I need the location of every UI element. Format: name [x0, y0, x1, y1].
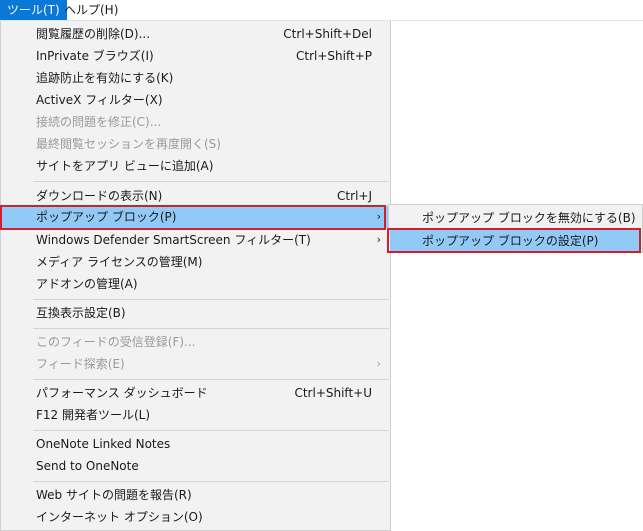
menu-item-label: アドオンの管理(A): [36, 277, 138, 291]
chevron-right-icon: ›: [376, 210, 381, 223]
menu-item-label: Windows Defender SmartScreen フィルター(T): [36, 233, 311, 247]
menu-item-feed-discovery: フィード探索(E) ›: [2, 353, 389, 375]
menu-item-smartscreen-filter[interactable]: Windows Defender SmartScreen フィルター(T) ›: [2, 229, 389, 251]
popup-blocker-submenu: ポップアップ ブロックを無効にする(B) ポップアップ ブロックの設定(P): [388, 204, 643, 253]
menu-item-f12-dev-tools[interactable]: F12 開発者ツール(L): [2, 404, 389, 426]
submenu-item-disable-popup-blocker[interactable]: ポップアップ ブロックを無効にする(B): [390, 207, 641, 229]
menu-item-label: メディア ライセンスの管理(M): [36, 255, 203, 269]
menu-item-label: フィード探索(E): [36, 357, 125, 371]
menu-item-popup-blocker[interactable]: ポップアップ ブロック(P) ›: [2, 206, 389, 228]
menu-item-label: InPrivate ブラウズ(I): [36, 49, 154, 63]
menu-item-compat-view[interactable]: 互換表示設定(B): [2, 302, 389, 324]
menu-separator: [33, 481, 389, 482]
menu-item-label: ポップアップ ブロックの設定(P): [422, 234, 599, 248]
menu-separator: [33, 299, 389, 300]
menu-separator: [33, 181, 389, 182]
menu-item-label: パフォーマンス ダッシュボード: [36, 386, 208, 400]
menu-item-label: ポップアップ ブロックを無効にする(B): [422, 211, 636, 225]
menu-item-label: 最終閲覧セッションを再度開く(S): [36, 137, 221, 151]
menu-item-label: OneNote Linked Notes: [36, 437, 171, 451]
menu-item-label: インターネット オプション(O): [36, 510, 203, 524]
menu-item-label: 閲覧履歴の削除(D)...: [36, 27, 151, 41]
menu-item-subscribe-feed: このフィードの受信登録(F)...: [2, 331, 389, 353]
menu-item-add-to-app-view[interactable]: サイトをアプリ ビューに追加(A): [2, 155, 389, 177]
menu-item-label: 接続の問題を修正(C)...: [36, 115, 162, 129]
menu-item-shortcut: Ctrl+Shift+P: [296, 49, 372, 63]
menu-item-label: サイトをアプリ ビューに追加(A): [36, 159, 214, 173]
menu-item-shortcut: Ctrl+Shift+U: [294, 386, 372, 400]
menu-item-performance-dashboard[interactable]: パフォーマンス ダッシュボード Ctrl+Shift+U: [2, 382, 389, 404]
chevron-right-icon: ›: [376, 357, 381, 370]
menu-separator: [33, 430, 389, 431]
menu-item-fix-connection: 接続の問題を修正(C)...: [2, 111, 389, 133]
menu-item-onenote-linked-notes[interactable]: OneNote Linked Notes: [2, 433, 389, 455]
menu-item-tracking-protection[interactable]: 追跡防止を有効にする(K): [2, 67, 389, 89]
menu-separator: [33, 379, 389, 380]
submenu-item-popup-blocker-settings[interactable]: ポップアップ ブロックの設定(P): [390, 230, 641, 252]
menu-bar: ツール(T) ヘルプ(H): [0, 0, 643, 21]
menu-item-media-licenses[interactable]: メディア ライセンスの管理(M): [2, 251, 389, 273]
menu-item-label: このフィードの受信登録(F)...: [36, 335, 196, 349]
menu-item-label: ダウンロードの表示(N): [36, 189, 163, 203]
menu-item-label: 互換表示設定(B): [36, 306, 126, 320]
chevron-right-icon: ›: [376, 233, 381, 246]
menu-item-label: F12 開発者ツール(L): [36, 408, 151, 422]
menu-item-internet-options[interactable]: インターネット オプション(O): [2, 506, 389, 528]
menu-help[interactable]: ヘルプ(H): [57, 0, 125, 20]
menu-item-inprivate[interactable]: InPrivate ブラウズ(I) Ctrl+Shift+P: [2, 45, 389, 67]
menu-item-reopen-session: 最終閲覧セッションを再度開く(S): [2, 133, 389, 155]
menu-item-manage-addons[interactable]: アドオンの管理(A): [2, 273, 389, 295]
tools-dropdown-menu: 閲覧履歴の削除(D)... Ctrl+Shift+Del InPrivate ブ…: [0, 21, 391, 531]
menu-item-label: ActiveX フィルター(X): [36, 93, 163, 107]
menu-item-shortcut: Ctrl+J: [337, 189, 372, 203]
menu-item-send-to-onenote[interactable]: Send to OneNote: [2, 455, 389, 477]
menu-item-report-website-problem[interactable]: Web サイトの問題を報告(R): [2, 484, 389, 506]
menu-item-view-downloads[interactable]: ダウンロードの表示(N) Ctrl+J: [2, 185, 389, 207]
menu-item-delete-history[interactable]: 閲覧履歴の削除(D)... Ctrl+Shift+Del: [2, 23, 389, 45]
menu-item-label: 追跡防止を有効にする(K): [36, 71, 174, 85]
menu-separator: [33, 328, 389, 329]
menu-item-label: Web サイトの問題を報告(R): [36, 488, 192, 502]
menu-item-label: Send to OneNote: [36, 459, 139, 473]
menu-item-shortcut: Ctrl+Shift+Del: [283, 27, 372, 41]
menu-item-activex-filter[interactable]: ActiveX フィルター(X): [2, 89, 389, 111]
menu-item-label: ポップアップ ブロック(P): [36, 210, 177, 224]
